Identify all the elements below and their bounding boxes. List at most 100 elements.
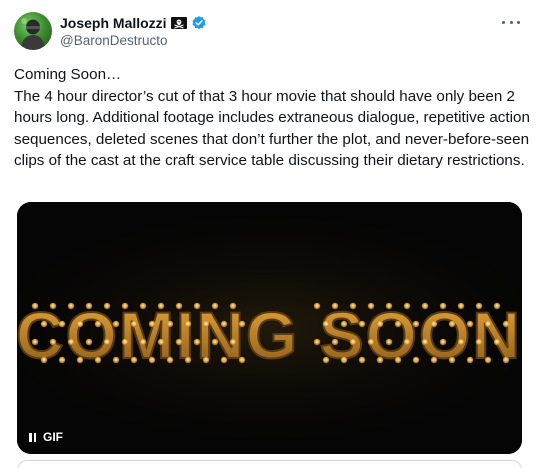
marquee-bulb bbox=[421, 338, 429, 346]
marquee-bulb bbox=[166, 320, 174, 328]
marquee-bulb bbox=[85, 338, 93, 346]
marquee-bulb bbox=[229, 302, 237, 310]
marquee-bulb bbox=[139, 302, 147, 310]
marquee-bulb bbox=[49, 302, 57, 310]
marquee-bulb bbox=[313, 302, 321, 310]
marquee-bulb bbox=[121, 338, 129, 346]
marquee-bulb bbox=[394, 356, 402, 364]
marquee-bulb bbox=[94, 356, 102, 364]
tweet-header: Joseph Mallozzi @BaronDestructo bbox=[14, 12, 526, 54]
marquee-bulb bbox=[166, 356, 174, 364]
marquee-bulb bbox=[211, 302, 219, 310]
marquee-bulb bbox=[331, 302, 339, 310]
marquee-bulb bbox=[484, 356, 492, 364]
gif-media[interactable]: COMING SOON GIF bbox=[17, 202, 522, 454]
marquee-bulb bbox=[49, 338, 57, 346]
marquee-bulb bbox=[238, 356, 246, 364]
more-options-icon[interactable] bbox=[502, 18, 520, 26]
marquee-bulb bbox=[358, 356, 366, 364]
marquee-bulb bbox=[448, 356, 456, 364]
marquee-bulb bbox=[31, 338, 39, 346]
marquee-bulb bbox=[211, 338, 219, 346]
marquee-bulb bbox=[367, 338, 375, 346]
coming-soon-marquee: COMING SOON bbox=[17, 202, 522, 454]
gif-label: GIF bbox=[43, 430, 63, 444]
marquee-bulb bbox=[340, 320, 348, 328]
quoted-card-edge bbox=[17, 460, 522, 468]
marquee-bulb bbox=[448, 320, 456, 328]
marquee-bulb bbox=[202, 320, 210, 328]
marquee-bulb bbox=[148, 320, 156, 328]
pause-icon[interactable] bbox=[29, 432, 36, 442]
marquee-bulb bbox=[475, 338, 483, 346]
marquee-bulb bbox=[157, 338, 165, 346]
marquee-bulb bbox=[349, 338, 357, 346]
marquee-bulb bbox=[220, 356, 228, 364]
marquee-bulb bbox=[484, 320, 492, 328]
marquee-bulb bbox=[58, 356, 66, 364]
marquee-bulb bbox=[340, 356, 348, 364]
marquee-bulb bbox=[322, 356, 330, 364]
marquee-bulb bbox=[313, 338, 321, 346]
marquee-bulb bbox=[220, 320, 228, 328]
marquee-bulb bbox=[76, 320, 84, 328]
marquee-bulb bbox=[121, 302, 129, 310]
author-handle[interactable]: @BaronDestructo bbox=[60, 33, 168, 48]
marquee-bulb bbox=[229, 338, 237, 346]
marquee-bulb bbox=[430, 320, 438, 328]
marquee-bulb bbox=[457, 338, 465, 346]
marquee-bulb bbox=[502, 356, 510, 364]
marquee-bulb bbox=[502, 320, 510, 328]
marquee-bulb bbox=[184, 320, 192, 328]
marquee-bulb bbox=[175, 302, 183, 310]
tweet-card: Joseph Mallozzi @BaronDestructo Coming S… bbox=[0, 0, 540, 468]
marquee-bulb bbox=[40, 320, 48, 328]
marquee-bulb bbox=[385, 338, 393, 346]
marquee-bulb bbox=[466, 356, 474, 364]
marquee-bulb bbox=[94, 320, 102, 328]
marquee-bulb bbox=[67, 302, 75, 310]
author-display-name[interactable]: Joseph Mallozzi bbox=[60, 15, 167, 31]
marquee-bulb bbox=[202, 356, 210, 364]
marquee-bulb bbox=[367, 302, 375, 310]
marquee-bulb bbox=[331, 338, 339, 346]
marquee-bulb bbox=[493, 338, 501, 346]
marquee-bulb bbox=[58, 320, 66, 328]
marquee-bulb bbox=[475, 302, 483, 310]
marquee-bulb bbox=[439, 302, 447, 310]
marquee-bulb bbox=[67, 338, 75, 346]
marquee-bulb bbox=[139, 338, 147, 346]
marquee-bulb bbox=[103, 338, 111, 346]
marquee-bulb bbox=[130, 320, 138, 328]
marquee-bulb bbox=[238, 320, 246, 328]
marquee-bulb bbox=[31, 302, 39, 310]
marquee-bulb bbox=[394, 320, 402, 328]
marquee-bulb bbox=[403, 338, 411, 346]
gif-badge[interactable]: GIF bbox=[29, 430, 63, 444]
marquee-bulb bbox=[157, 302, 165, 310]
marquee-bulb bbox=[175, 338, 183, 346]
marquee-bulb bbox=[76, 356, 84, 364]
avatar[interactable] bbox=[14, 12, 52, 50]
marquee-bulb bbox=[85, 302, 93, 310]
marquee-bulb bbox=[193, 338, 201, 346]
marquee-bulb bbox=[40, 356, 48, 364]
marquee-bulb bbox=[112, 356, 120, 364]
marquee-bulb bbox=[103, 302, 111, 310]
marquee-bulb bbox=[184, 356, 192, 364]
marquee-bulb bbox=[439, 338, 447, 346]
marquee-bulb bbox=[457, 302, 465, 310]
marquee-bulb bbox=[322, 320, 330, 328]
marquee-bulb bbox=[430, 356, 438, 364]
avatar-figure-icon bbox=[20, 18, 46, 50]
marquee-headline: COMING SOON bbox=[17, 298, 522, 372]
pirate-flag-icon bbox=[170, 17, 187, 29]
tweet-text: Coming Soon… The 4 hour director’s cut o… bbox=[14, 66, 530, 169]
marquee-bulb bbox=[412, 320, 420, 328]
marquee-bulb bbox=[376, 356, 384, 364]
marquee-bulb bbox=[349, 302, 357, 310]
marquee-bulb bbox=[112, 320, 120, 328]
marquee-bulb bbox=[358, 320, 366, 328]
marquee-bulb bbox=[466, 320, 474, 328]
verified-badge-icon[interactable] bbox=[191, 15, 207, 31]
